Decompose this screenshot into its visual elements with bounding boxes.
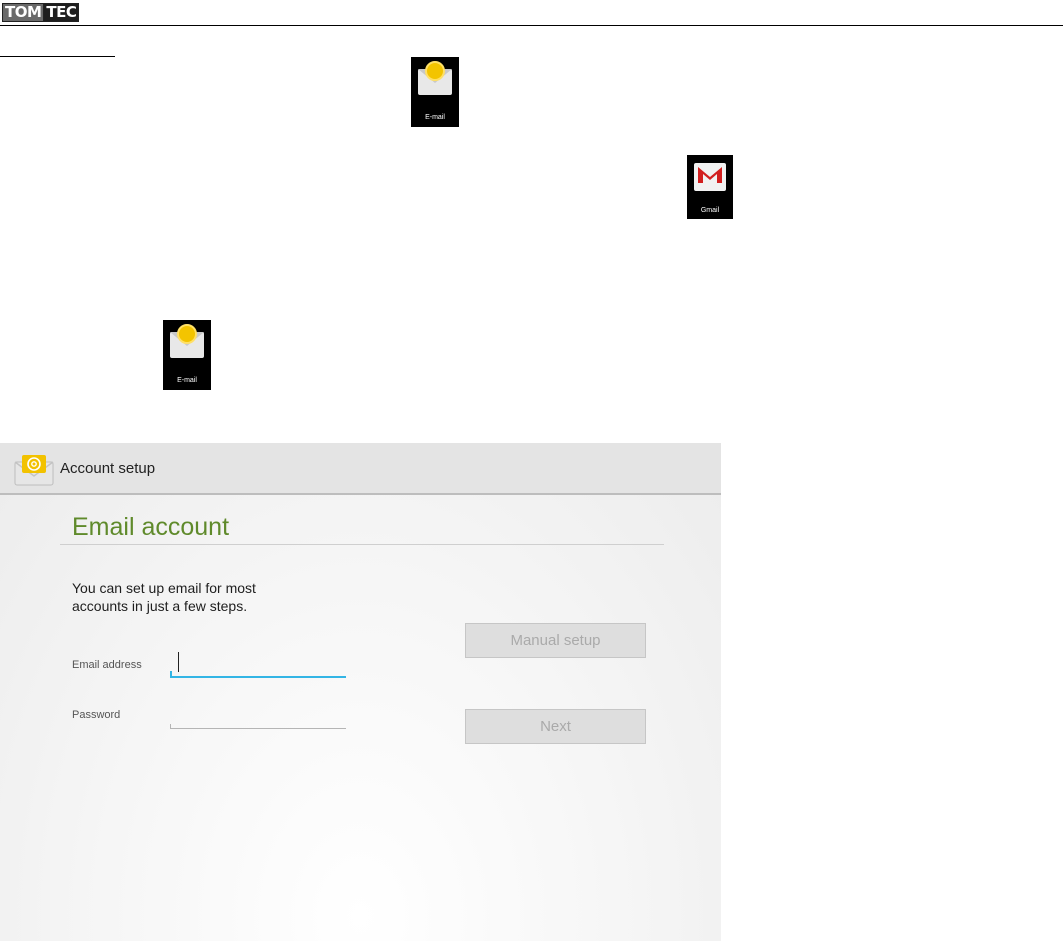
at-sign-icon — [177, 324, 197, 344]
email-app-icon[interactable] — [14, 454, 54, 486]
email-field[interactable] — [170, 651, 346, 678]
title-divider — [60, 544, 664, 545]
email-icon-label: E-mail — [425, 114, 445, 121]
action-bar-title: Account setup — [60, 460, 156, 477]
password-label: Password — [72, 709, 121, 721]
password-field-tick — [170, 724, 171, 729]
gmail-icon-label: Gmail — [700, 207, 720, 214]
email-address-label: Email address — [72, 659, 142, 671]
password-field[interactable] — [170, 705, 346, 729]
password-field-underline — [170, 728, 346, 729]
page-title: Email account — [72, 513, 230, 541]
section-underline — [0, 56, 115, 57]
tomtec-logo: TOM TEC — [2, 3, 80, 22]
email-app-icon: E-mail — [163, 320, 211, 390]
intro-text: You can set up email for most accounts i… — [72, 580, 256, 614]
text-cursor — [178, 652, 179, 672]
gmail-app-icon: Gmail — [687, 155, 733, 219]
action-bar: Account setup — [0, 443, 721, 495]
email-field-underline — [170, 676, 346, 678]
at-sign-icon — [425, 61, 445, 81]
email-icon-label: E-mail — [177, 377, 197, 384]
logo-part-2: TEC — [43, 3, 80, 22]
next-button[interactable]: Next — [465, 709, 646, 744]
header-divider — [0, 25, 1063, 26]
account-setup-screen: Account setup Email account You can set … — [0, 443, 721, 941]
email-field-tick — [170, 671, 172, 677]
manual-setup-button[interactable]: Manual setup — [465, 623, 646, 658]
logo-part-1: TOM — [2, 3, 45, 22]
email-app-icon: E-mail — [411, 57, 459, 127]
gmail-m-icon — [698, 167, 722, 183]
